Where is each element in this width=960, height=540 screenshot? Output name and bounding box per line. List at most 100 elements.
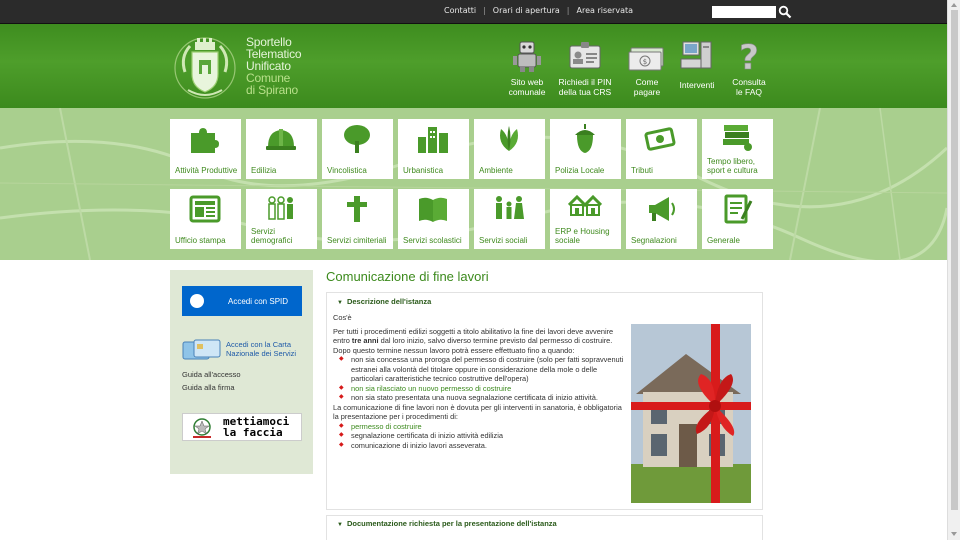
header-link-website[interactable]: Sito web comunale bbox=[498, 38, 556, 97]
svg-text:$: $ bbox=[643, 58, 647, 66]
cns-label-line: Accedi con la Carta bbox=[226, 340, 292, 349]
list-item-link[interactable]: non sia rilasciato un nuovo permesso di … bbox=[333, 384, 625, 394]
cns-label-line: Nazionale dei Servizi bbox=[226, 349, 297, 358]
search-icon[interactable] bbox=[778, 5, 792, 19]
collapse-triangle-icon: ▼ bbox=[337, 300, 343, 306]
tile-ambiente[interactable]: Ambiente bbox=[474, 119, 545, 179]
header-link-label: comunale bbox=[508, 87, 546, 97]
houses-icon bbox=[568, 194, 602, 216]
tile-erp-housing[interactable]: ERP e Housing sociale bbox=[550, 189, 621, 249]
tile-servizi-cimiteriali[interactable]: Servizi cimiteriali bbox=[322, 189, 393, 249]
header-link-label: Interventi bbox=[679, 80, 715, 90]
tile-label: Ambiente bbox=[479, 165, 513, 175]
paragraph: La comunicazione di fine lavori non è do… bbox=[333, 402, 622, 422]
header-link-faq[interactable]: ? Consulta le FAQ bbox=[720, 38, 778, 97]
municipal-crest-icon[interactable] bbox=[170, 32, 240, 102]
section-title: Documentazione richiesta per la presenta… bbox=[346, 519, 557, 528]
section-header-documentation[interactable]: ▼ Documentazione richiesta per la present… bbox=[337, 519, 557, 528]
tile-vincolistica[interactable]: Vincolistica bbox=[322, 119, 393, 179]
open-book-icon bbox=[419, 197, 447, 222]
megaphone-icon bbox=[649, 197, 675, 221]
separator: | bbox=[566, 6, 570, 15]
tile-segnalazioni[interactable]: Segnalazioni bbox=[626, 189, 697, 249]
header-link-interventions[interactable]: Interventi bbox=[668, 38, 726, 90]
scroll-up-arrow-icon[interactable] bbox=[951, 3, 957, 7]
vertical-scrollbar[interactable] bbox=[947, 0, 960, 540]
list-item-link[interactable]: permesso di costruire bbox=[333, 422, 625, 432]
list-item: comunicazione di inizio lavori asseverat… bbox=[333, 441, 625, 451]
procedures-list: permesso di costruire segnalazione certi… bbox=[333, 422, 625, 451]
people-icon bbox=[268, 196, 293, 220]
tile-ufficio-stampa[interactable]: Ufficio stampa bbox=[170, 189, 241, 249]
brand-municipality: di Spirano bbox=[246, 83, 299, 97]
paragraph-bold: tre anni bbox=[351, 336, 379, 345]
banner-text: mettiamoci la faccia bbox=[223, 416, 289, 438]
description-panel: ▼ Descrizione dell'istanza Cos'è Per tutt… bbox=[326, 292, 763, 510]
tile-label: ERP e Housing sociale bbox=[555, 227, 610, 245]
tile-label: Segnalazioni bbox=[631, 235, 677, 245]
tile-servizi-sociali[interactable]: Servizi sociali bbox=[474, 189, 545, 249]
contacts-link[interactable]: Contatti bbox=[444, 6, 476, 15]
documentation-panel: ▼ Documentazione richiesta per la present… bbox=[326, 515, 763, 540]
cns-login-link[interactable]: Accedi con la Carta Nazionale dei Serviz… bbox=[182, 336, 306, 364]
paragraph-text: dal loro inizio, salvo diverso termine p… bbox=[378, 336, 613, 345]
cross-icon bbox=[347, 196, 367, 222]
tile-label: Tempo libero, sport e cultura bbox=[707, 157, 758, 175]
paragraph: Dopo questo termine nessun lavoro potrà … bbox=[333, 345, 575, 355]
header-link-label: Richiedi il PIN bbox=[558, 77, 612, 87]
cns-login-label: Accedi con la Carta Nazionale dei Serviz… bbox=[226, 340, 296, 358]
newspaper-icon bbox=[189, 195, 221, 223]
question-mark-icon: ? bbox=[739, 38, 759, 74]
tile-tributi[interactable]: Tributi bbox=[626, 119, 697, 179]
guide-access-link[interactable]: Guida all'accesso bbox=[182, 370, 241, 379]
tile-label: Attività Produttive bbox=[175, 165, 238, 175]
guide-signature-link[interactable]: Guida alla firma bbox=[182, 383, 235, 392]
header-link-pin[interactable]: Richiedi il PIN della tua CRS bbox=[556, 38, 614, 97]
tile-tempo-libero[interactable]: Tempo libero, sport e cultura bbox=[702, 119, 773, 179]
mettiamoci-la-faccia-banner[interactable]: mettiamoci la faccia bbox=[182, 413, 302, 441]
money-icon bbox=[644, 127, 676, 151]
tile-label: Vincolistica bbox=[327, 165, 367, 175]
tile-label: Servizi demografici bbox=[251, 227, 293, 245]
search-input[interactable] bbox=[712, 6, 776, 18]
collapse-triangle-icon: ▼ bbox=[337, 522, 343, 528]
tile-polizia-locale[interactable]: Polizia Locale bbox=[550, 119, 621, 179]
tile-edilizia[interactable]: Edilizia bbox=[246, 119, 317, 179]
site-header: Sportello Telematico Unificato Comune di… bbox=[0, 24, 947, 108]
tile-attivita-produttive[interactable]: Attività Produttive bbox=[170, 119, 241, 179]
id-badge-icon bbox=[569, 42, 601, 69]
spid-login-label: Accedi con SPID bbox=[228, 297, 289, 306]
category-band: Attività Produttive Edilizia Vincolistic… bbox=[0, 108, 947, 260]
house-with-ribbon-image bbox=[631, 324, 751, 503]
separator: | bbox=[483, 6, 486, 15]
smart-card-icon bbox=[182, 339, 221, 360]
opening-hours-link[interactable]: Orari di apertura bbox=[493, 6, 560, 15]
tree-icon bbox=[344, 125, 370, 153]
computer-icon bbox=[680, 41, 712, 69]
user-icon bbox=[190, 294, 204, 308]
brand-wordmark[interactable]: Sportello Telematico Unificato Comune di… bbox=[246, 36, 302, 97]
header-link-label: Sito web bbox=[510, 77, 544, 87]
spid-login-button[interactable]: Accedi con SPID bbox=[182, 286, 302, 316]
leaves-icon bbox=[500, 126, 518, 151]
scrollbar-thumb[interactable] bbox=[951, 10, 958, 510]
family-icon bbox=[496, 196, 524, 219]
tile-label: Servizi scolastici bbox=[403, 235, 462, 245]
page: Contatti | Orari di apertura | Area riservat… bbox=[0, 0, 947, 540]
tile-label: Urbanistica bbox=[403, 165, 444, 175]
top-links: Contatti | Orari di apertura | Area riservat… bbox=[444, 6, 633, 15]
scroll-down-arrow-icon[interactable] bbox=[951, 532, 957, 536]
reserved-area-link[interactable]: Area riservata bbox=[576, 6, 633, 15]
paragraph: Per tutti i procedimenti edilizi soggett… bbox=[333, 327, 625, 346]
list-item: non sia concessa una proroga del permess… bbox=[333, 355, 625, 384]
header-link-label: le FAQ bbox=[736, 87, 762, 97]
tile-generale[interactable]: Generale bbox=[702, 189, 773, 249]
svg-text:?: ? bbox=[739, 38, 759, 74]
tile-urbanistica[interactable]: Urbanistica bbox=[398, 119, 469, 179]
notepad-icon bbox=[724, 194, 753, 224]
section-header-description[interactable]: ▼ Descrizione dell'istanza bbox=[337, 297, 431, 306]
tile-label: Servizi sociali bbox=[479, 235, 528, 245]
tile-servizi-scolastici[interactable]: Servizi scolastici bbox=[398, 189, 469, 249]
tile-servizi-demografici[interactable]: Servizi demografici bbox=[246, 189, 317, 249]
puzzle-icon bbox=[191, 128, 219, 153]
